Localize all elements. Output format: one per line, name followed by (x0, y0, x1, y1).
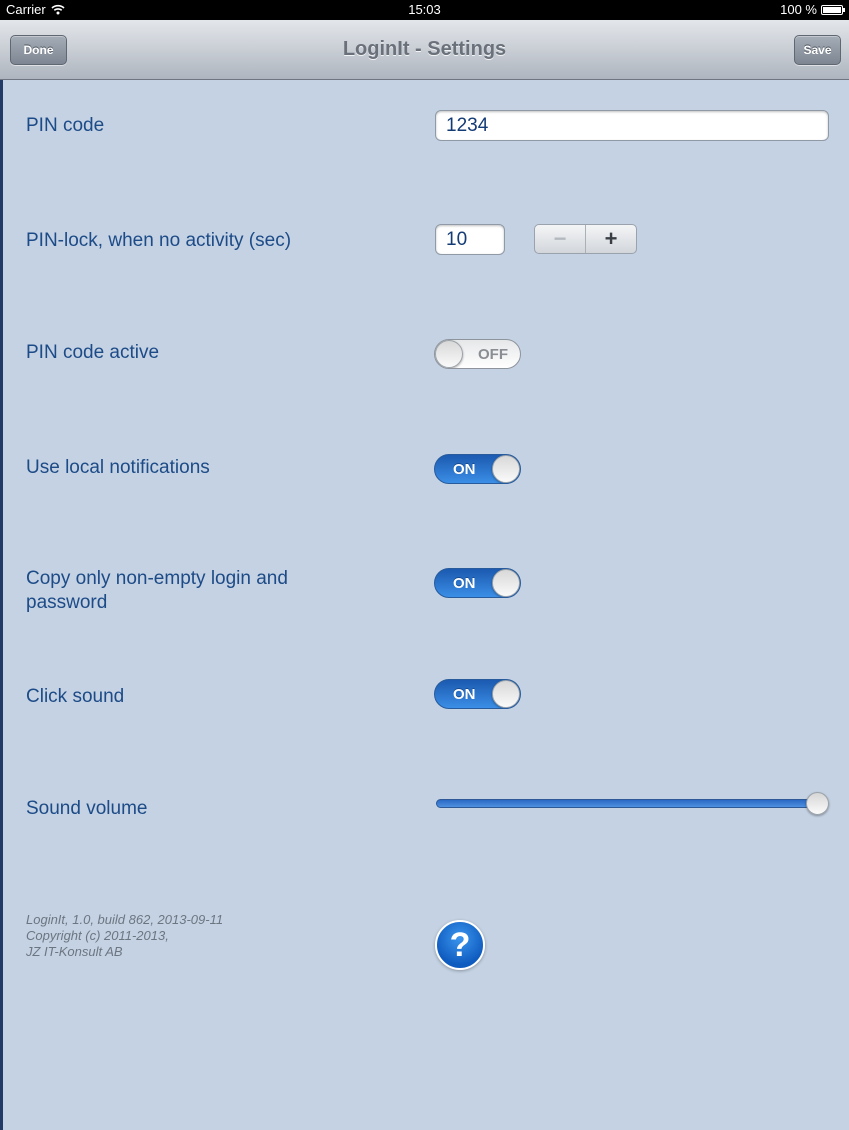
toggle-knob (435, 340, 463, 368)
toggle-knob (492, 569, 520, 597)
status-time: 15:03 (408, 2, 441, 17)
local-notifications-toggle[interactable]: ON (434, 454, 521, 484)
stepper-plus-button[interactable]: + (586, 225, 636, 253)
copy-non-empty-label-line2: password (26, 592, 108, 613)
sound-volume-slider-thumb[interactable] (806, 792, 829, 815)
pin-active-toggle[interactable]: OFF (434, 339, 521, 369)
page-title: LoginIt - Settings (342, 38, 507, 60)
copy-non-empty-label-line1: Copy only non-empty login and (26, 568, 288, 589)
battery-icon (821, 4, 845, 15)
window-edge (0, 0, 3, 1130)
toggle-state: ON (453, 461, 476, 478)
sound-volume-slider-track[interactable] (436, 799, 820, 808)
stepper-minus-button[interactable]: − (535, 225, 586, 253)
copy-non-empty-toggle[interactable]: ON (434, 568, 521, 598)
pin-lock-label: PIN-lock, when no activity (sec) (26, 230, 292, 251)
toggle-state: ON (453, 575, 476, 592)
save-button[interactable]: Save (794, 35, 841, 65)
toggle-knob (492, 680, 520, 708)
pin-lock-stepper: − + (534, 224, 637, 254)
click-sound-toggle[interactable]: ON (434, 679, 521, 709)
pin-code-label: PIN code (26, 115, 105, 136)
help-icon[interactable]: ? (435, 920, 485, 970)
toggle-state: OFF (478, 346, 508, 363)
sound-volume-label: Sound volume (26, 798, 148, 819)
company-name: JZ IT-Konsult AB (26, 944, 123, 959)
pin-lock-seconds-field[interactable]: 10 (435, 224, 505, 255)
pin-code-field[interactable]: 1234 (435, 110, 829, 141)
click-sound-label: Click sound (26, 686, 125, 707)
toggle-state: ON (453, 686, 476, 703)
battery-info: 100 % (780, 2, 845, 17)
battery-percent: 100 % (780, 2, 817, 17)
toggle-knob (492, 455, 520, 483)
pin-active-label: PIN code active (26, 342, 160, 363)
copyright: Copyright (c) 2011-2013, (26, 928, 169, 943)
status-bar: Carrier 15:03 100 % (0, 0, 849, 20)
local-notifications-label: Use local notifications (26, 457, 210, 478)
copy-non-empty-label: Copy only non-empty login and password (26, 567, 288, 615)
app-info: LoginIt, 1.0, build 862, 2013-09-11 Copy… (26, 912, 223, 960)
app-version: LoginIt, 1.0, build 862, 2013-09-11 (26, 912, 224, 927)
navigation-bar: Done LoginIt - Settings Save (0, 20, 849, 80)
